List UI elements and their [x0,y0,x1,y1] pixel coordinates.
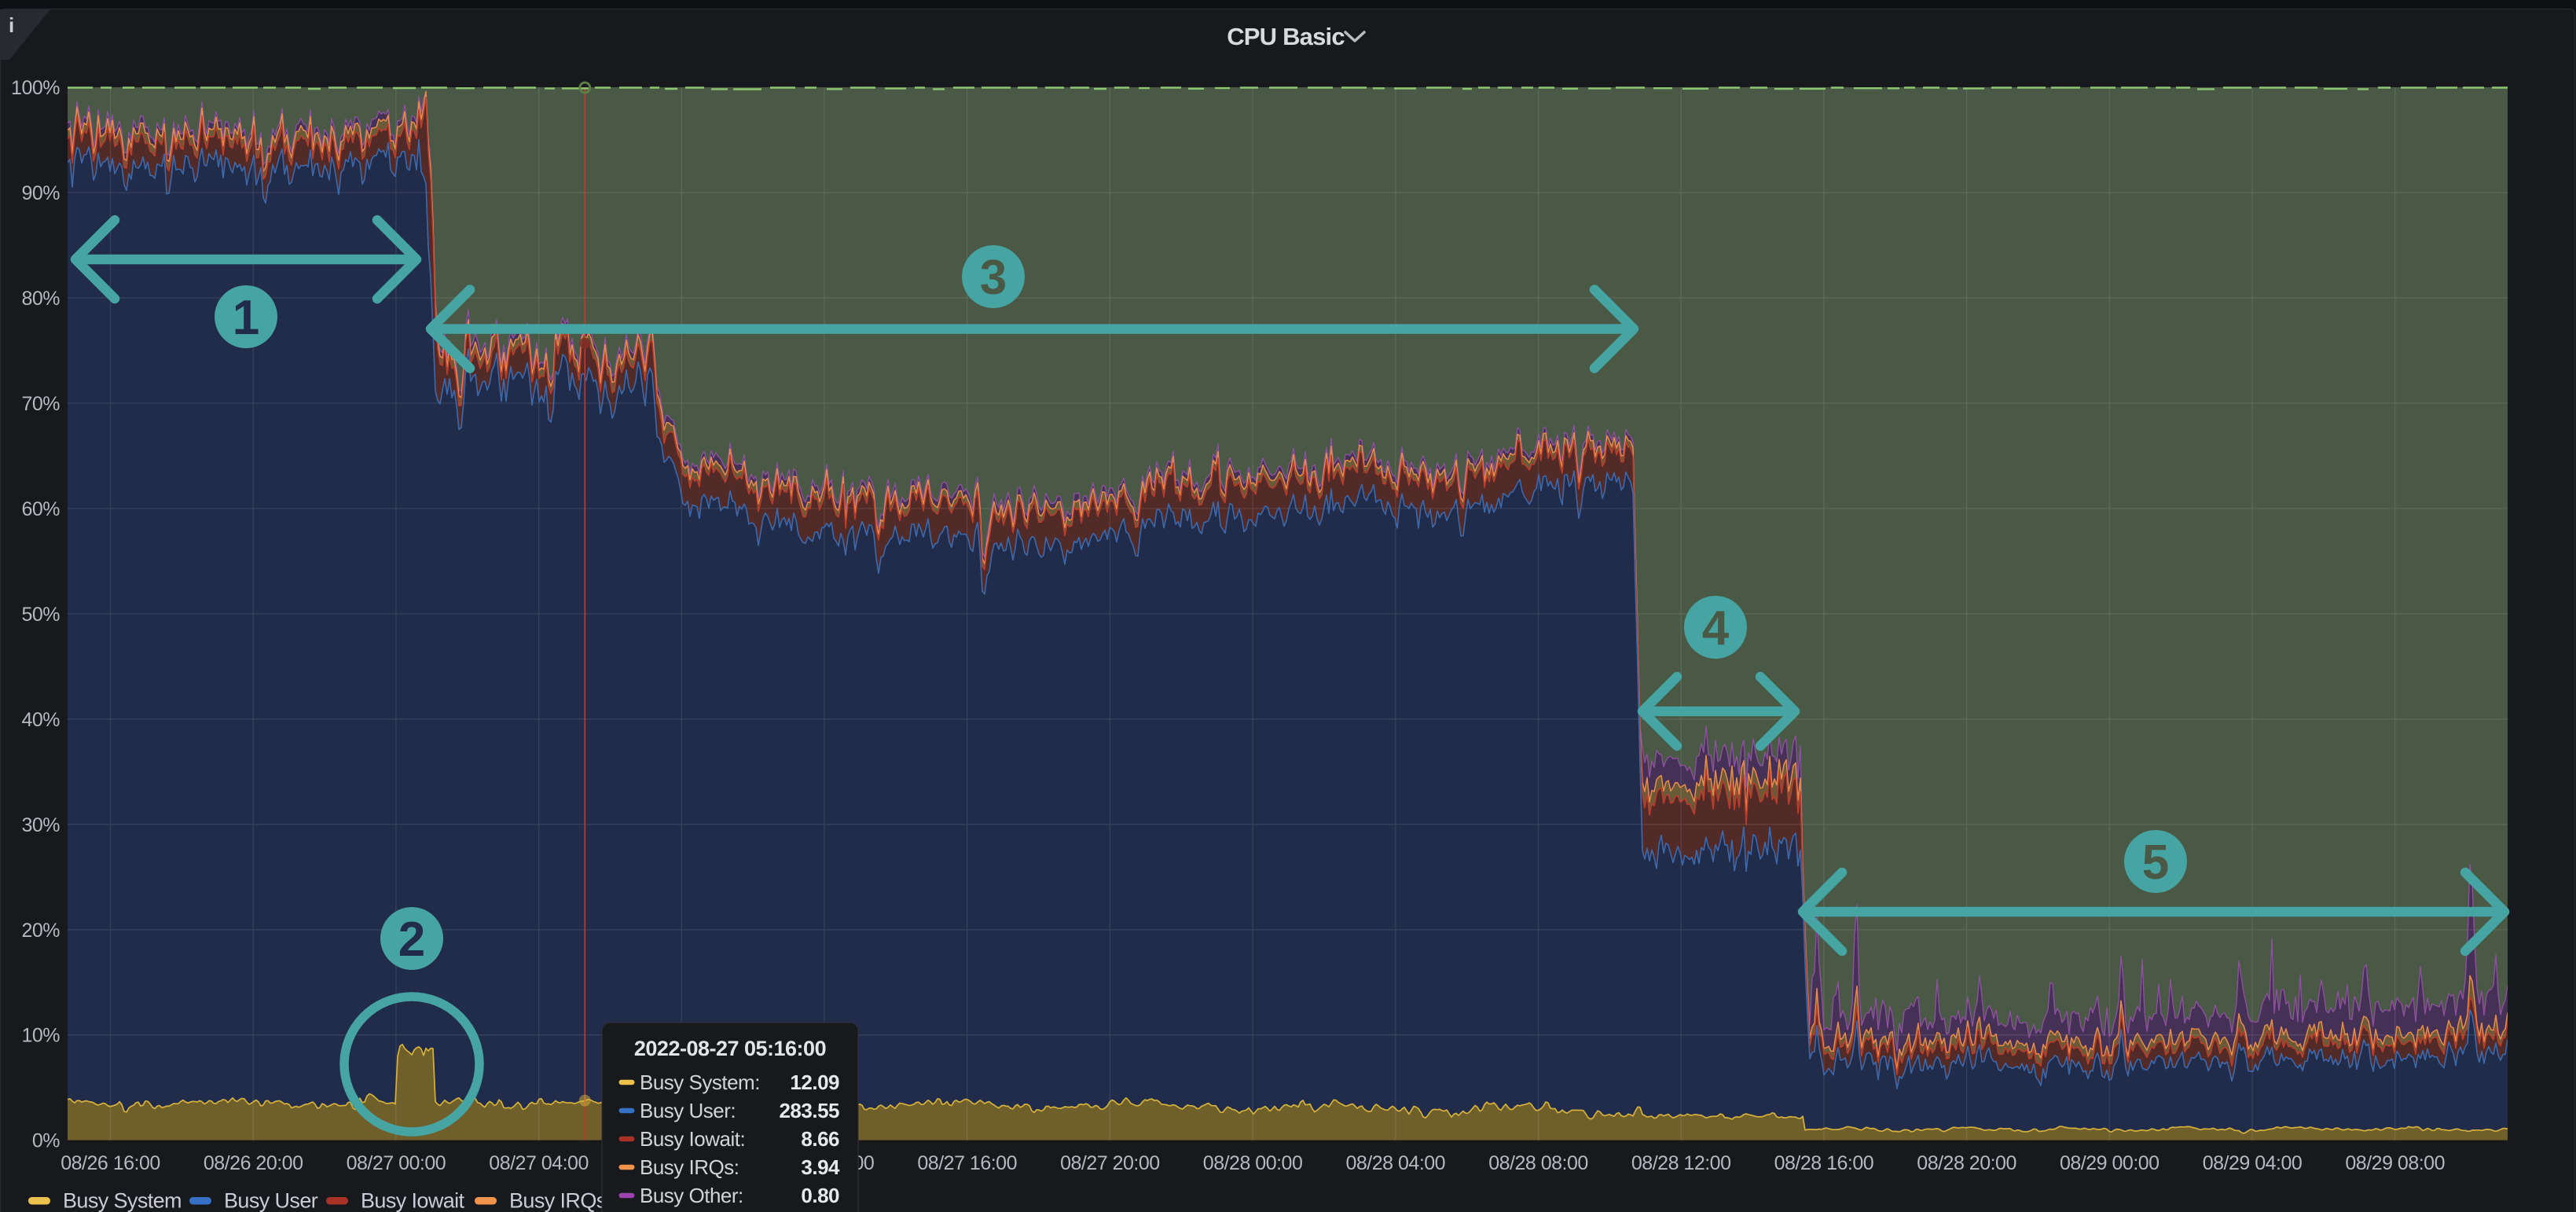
svg-text:2: 2 [398,913,425,967]
svg-text:100%: 100% [11,77,60,99]
svg-text:CPU Basic: CPU Basic [1227,23,1345,50]
svg-text:08/26 16:00: 08/26 16:00 [61,1152,160,1174]
svg-text:Busy User: Busy User [224,1189,318,1212]
svg-text:08/26 20:00: 08/26 20:00 [204,1152,303,1174]
svg-text:Busy Other:: Busy Other: [640,1184,743,1207]
svg-text:08/29 04:00: 08/29 04:00 [2203,1152,2303,1174]
svg-text:08/28 20:00: 08/28 20:00 [1917,1152,2016,1174]
svg-text:08/28 08:00: 08/28 08:00 [1488,1152,1588,1174]
svg-text:40%: 40% [21,709,60,731]
svg-text:Busy IRQs: Busy IRQs [509,1189,607,1212]
svg-text:5: 5 [2142,836,2169,890]
svg-text:Busy IRQs:: Busy IRQs: [640,1155,739,1179]
svg-text:Busy System:: Busy System: [640,1071,760,1094]
svg-text:08/28 12:00: 08/28 12:00 [1631,1152,1731,1174]
svg-text:Busy User:: Busy User: [640,1099,736,1122]
svg-text:08/28 04:00: 08/28 04:00 [1346,1152,1446,1174]
svg-text:70%: 70% [21,393,60,415]
svg-text:i: i [9,13,14,37]
svg-text:30%: 30% [21,814,60,836]
svg-text:08/29 08:00: 08/29 08:00 [2345,1152,2445,1174]
svg-text:60%: 60% [21,498,60,520]
svg-text:10%: 10% [21,1025,60,1047]
svg-text:08/28 00:00: 08/28 00:00 [1203,1152,1303,1174]
svg-text:0%: 0% [32,1130,60,1152]
svg-text:2022-08-27 05:16:00: 2022-08-27 05:16:00 [634,1037,826,1060]
svg-text:Busy Iowait:: Busy Iowait: [640,1127,745,1151]
svg-text:08/27 00:00: 08/27 00:00 [347,1152,446,1174]
svg-text:1: 1 [233,291,259,345]
svg-text:08/28 16:00: 08/28 16:00 [1774,1152,1874,1174]
svg-text:Busy System: Busy System [63,1189,182,1212]
svg-text:50%: 50% [21,604,60,626]
svg-text:12.09: 12.09 [790,1071,839,1094]
svg-text:08/27 20:00: 08/27 20:00 [1060,1152,1160,1174]
svg-text:4: 4 [1702,601,1730,656]
svg-text:20%: 20% [21,920,60,942]
svg-text:3.94: 3.94 [801,1155,840,1179]
svg-text:0.80: 0.80 [801,1184,839,1207]
svg-text:08/29 00:00: 08/29 00:00 [2060,1152,2160,1174]
svg-text:80%: 80% [21,288,60,310]
svg-text:08/27 04:00: 08/27 04:00 [489,1152,589,1174]
svg-text:Busy Iowait: Busy Iowait [361,1189,465,1212]
svg-text:283.55: 283.55 [779,1099,839,1122]
svg-text:08/27 16:00: 08/27 16:00 [917,1152,1017,1174]
svg-text:8.66: 8.66 [801,1127,839,1151]
svg-text:3: 3 [980,251,1007,305]
svg-text:90%: 90% [21,182,60,204]
